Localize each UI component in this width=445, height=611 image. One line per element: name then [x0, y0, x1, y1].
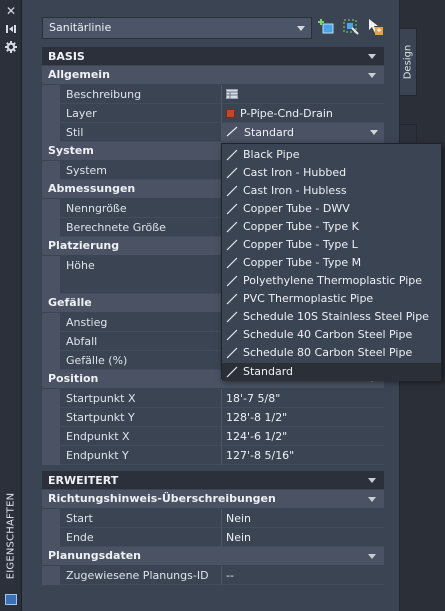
style-line-icon [226, 329, 238, 341]
style-line-icon [226, 149, 238, 161]
add-selected-icon[interactable] [318, 18, 336, 36]
collapse-icon[interactable] [368, 54, 376, 59]
collapse-icon[interactable] [368, 554, 376, 559]
section-basis[interactable]: BASIS [42, 47, 384, 66]
style-line-icon [226, 203, 238, 215]
section-erweitert[interactable]: ERWEITERT [42, 471, 384, 490]
collapse-icon[interactable] [368, 73, 376, 78]
style-line-icon [226, 311, 238, 323]
object-type-select[interactable]: Sanitärlinie [42, 17, 312, 39]
style-line-icon [226, 239, 238, 251]
style-option[interactable]: Cast Iron - Hubless [222, 182, 441, 200]
quick-select-icon[interactable] [342, 18, 360, 36]
collapse-icon[interactable] [368, 478, 376, 483]
property-startpunkt-x[interactable]: Startpunkt X 18'-7 5/8" [42, 389, 384, 408]
style-option[interactable]: Schedule 10S Stainless Steel Pipe [222, 308, 441, 326]
group-richtungshinweis[interactable]: Richtungshinweis-Überschreibungen [42, 490, 384, 509]
style-option[interactable]: PVC Thermoplastic Pipe [222, 290, 441, 308]
style-option[interactable]: Schedule 80 Carbon Steel Pipe [222, 344, 441, 362]
style-option[interactable]: Schedule 40 Carbon Steel Pipe [222, 326, 441, 344]
table-icon[interactable] [226, 89, 238, 99]
style-line-icon [226, 221, 238, 233]
chevron-down-icon [297, 26, 305, 31]
layer-color-swatch [226, 109, 235, 118]
style-line-icon [226, 126, 238, 137]
property-ende[interactable]: Ende Nein [42, 528, 384, 547]
style-option[interactable]: Standard [222, 363, 441, 381]
palette-title-bar: ✕ EIGENSCHAFTEN [0, 0, 22, 611]
auto-hide-icon[interactable] [4, 22, 18, 36]
property-endpunkt-y[interactable]: Endpunkt Y 127'-8 5/16" [42, 446, 384, 465]
style-line-icon [226, 366, 238, 378]
tab-design[interactable]: Design [400, 28, 417, 96]
style-option[interactable]: Polyethylene Thermoplastic Pipe [222, 272, 441, 290]
object-type-value: Sanitärlinie [49, 21, 112, 34]
property-stil[interactable]: Stil Standard [42, 123, 384, 142]
property-start[interactable]: Start Nein [42, 509, 384, 528]
style-select[interactable]: Standard [222, 123, 384, 142]
property-layer[interactable]: Layer P-Pipe-Cnd-Drain [42, 104, 384, 123]
style-dropdown-list[interactable]: Black Pipe Cast Iron - Hubbed Cast Iron - … [221, 143, 442, 381]
style-option[interactable]: Copper Tube - DWV [222, 200, 441, 218]
style-line-icon [226, 185, 238, 197]
style-line-icon [226, 257, 238, 269]
settings-icon[interactable] [4, 40, 18, 54]
collapse-icon[interactable] [368, 497, 376, 502]
style-option[interactable]: Copper Tube - Type L [222, 236, 441, 254]
select-objects-icon[interactable] [366, 18, 384, 36]
style-line-icon [226, 167, 238, 179]
group-allgemein[interactable]: Allgemein [42, 66, 384, 85]
group-planungsdaten[interactable]: Planungsdaten [42, 547, 384, 566]
style-option[interactable]: Cast Iron - Hubbed [222, 164, 441, 182]
chevron-down-icon[interactable] [370, 130, 378, 135]
palette-title: EIGENSCHAFTEN [5, 492, 17, 580]
style-line-icon [226, 275, 238, 287]
style-line-icon [226, 347, 238, 359]
style-line-icon [226, 293, 238, 305]
style-option[interactable]: Black Pipe [222, 146, 441, 164]
property-endpunkt-x[interactable]: Endpunkt X 124'-6 1/2" [42, 427, 384, 446]
style-option[interactable]: Copper Tube - Type K [222, 218, 441, 236]
property-beschreibung[interactable]: Beschreibung [42, 85, 384, 104]
property-startpunkt-y[interactable]: Startpunkt Y 128'-8 1/2" [42, 408, 384, 427]
style-option[interactable]: Copper Tube - Type M [222, 254, 441, 272]
palette-icon[interactable] [5, 594, 17, 605]
property-planungs-id[interactable]: Zugewiesene Planungs-ID -- [42, 566, 384, 585]
close-icon[interactable]: ✕ [4, 4, 18, 18]
